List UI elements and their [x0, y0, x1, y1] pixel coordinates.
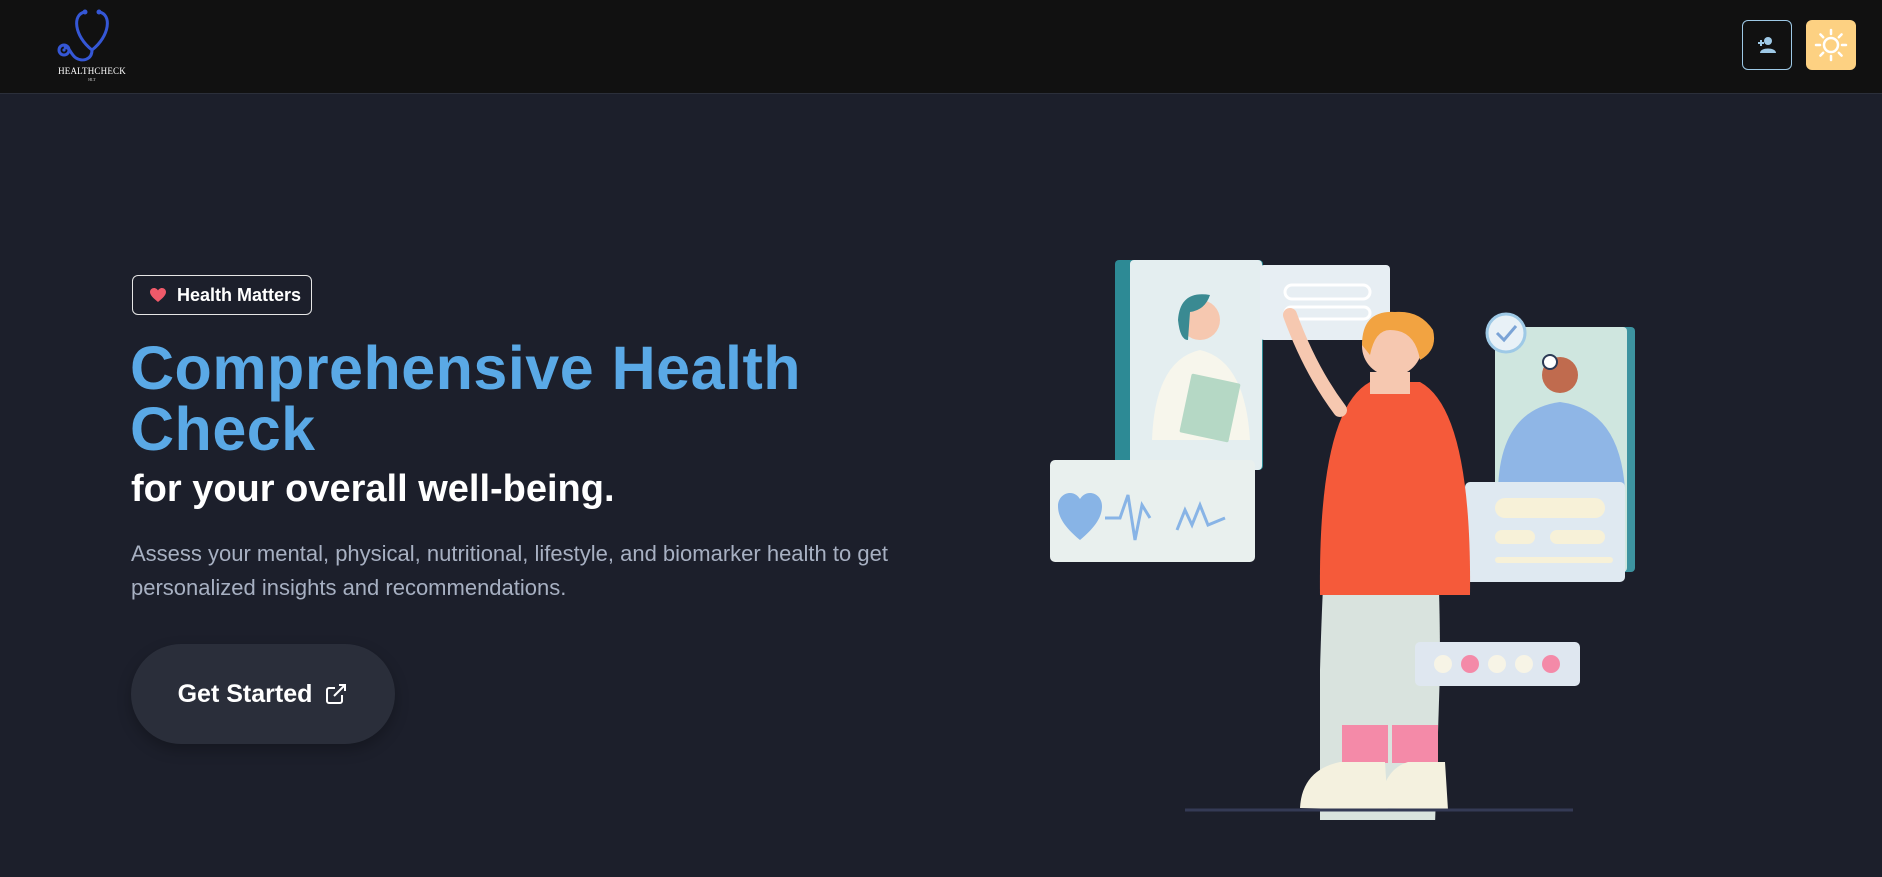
get-started-label: Get Started	[177, 679, 313, 708]
navbar: HEALTHCHECK HLT	[0, 0, 1882, 94]
page-title: Comprehensive Health Check	[130, 334, 802, 463]
hero-description: Assess your mental, physical, nutritiona…	[131, 541, 888, 600]
stethoscope-icon	[57, 9, 109, 62]
external-link-icon	[326, 684, 347, 704]
logo-subtext: HLT	[88, 77, 96, 82]
add-user-button[interactable]	[1742, 20, 1792, 70]
add-user-icon	[1758, 37, 1776, 53]
page-subtitle: for your overall well-being.	[131, 468, 615, 510]
heart-icon	[150, 288, 166, 302]
sun-icon	[1814, 28, 1848, 62]
get-started-button[interactable]: Get Started	[131, 644, 395, 744]
badge-label: Health Matters	[177, 284, 302, 305]
health-illustration	[1050, 260, 1635, 820]
health-matters-badge: Health Matters	[132, 275, 312, 315]
logo-text: HEALTHCHECK	[58, 66, 126, 76]
logo[interactable]: HEALTHCHECK HLT	[52, 6, 132, 84]
theme-toggle-button[interactable]	[1806, 20, 1856, 70]
